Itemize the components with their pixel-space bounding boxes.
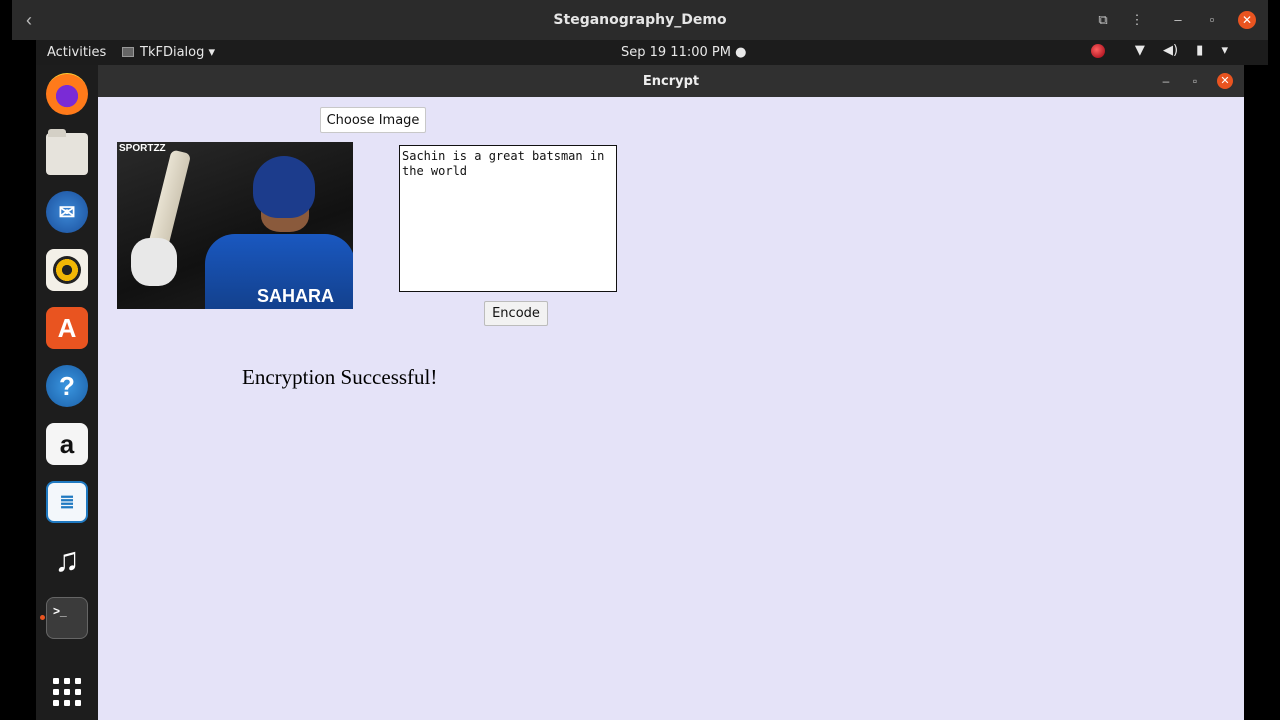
restore-windows-icon[interactable]: ⧉ — [1094, 11, 1112, 29]
rhythmbox-icon[interactable] — [46, 249, 88, 291]
ubuntu-software-icon[interactable]: A — [46, 307, 88, 349]
message-textarea[interactable]: Sachin is a great batsman in the world — [399, 145, 617, 292]
system-topbar: Activities TkFDialog ▾ Sep 19 11:00 PM ●… — [36, 40, 1268, 65]
help-icon[interactable]: ? — [46, 365, 88, 407]
encrypt-window: Encrypt – ▫ ✕ Choose Image SAHARA SPORTZ… — [98, 65, 1244, 720]
firefox-icon[interactable] — [46, 73, 88, 115]
terminal-icon[interactable]: >_ — [46, 597, 88, 639]
amazon-icon[interactable]: a — [46, 423, 88, 465]
maximize-icon[interactable]: ▫ — [1187, 73, 1203, 89]
activities-button[interactable]: Activities — [47, 45, 106, 60]
dock: ✉ A ? a ≣ ♫ >_ — [36, 65, 98, 720]
thunderbird-mail-icon[interactable]: ✉ — [46, 191, 88, 233]
clock[interactable]: Sep 19 11:00 PM ● — [621, 45, 746, 60]
wifi-icon: ▼ — [1134, 43, 1145, 58]
kebab-menu-icon[interactable]: ⋮ — [1128, 11, 1146, 29]
jersey-text: SAHARA — [257, 286, 335, 306]
show-applications-icon[interactable] — [46, 671, 88, 713]
app-window-icon — [122, 47, 134, 57]
choose-image-button[interactable]: Choose Image — [320, 107, 426, 133]
system-tray[interactable]: ▼ ◀) ▮ ▾ — [1090, 43, 1228, 63]
image-logo: SPORTZZ — [119, 143, 166, 154]
libreoffice-writer-icon[interactable]: ≣ — [46, 481, 88, 523]
battery-icon: ▮ — [1196, 43, 1204, 58]
minimize-icon[interactable]: – — [1169, 11, 1187, 29]
app-menu[interactable]: TkFDialog ▾ — [122, 45, 215, 60]
chevron-down-icon[interactable]: ▾ — [1221, 43, 1228, 58]
outer-titlebar: ‹ Steganography_Demo ⧉ ⋮ – ▫ ✕ — [12, 0, 1268, 40]
encode-button[interactable]: Encode — [484, 301, 548, 326]
running-indicator — [40, 615, 45, 620]
encrypt-titlebar: Encrypt – ▫ ✕ — [98, 65, 1244, 97]
outer-window-title: Steganography_Demo — [553, 12, 727, 28]
helmet — [253, 156, 315, 218]
status-message: Encryption Successful! — [242, 365, 438, 389]
close-icon[interactable]: ✕ — [1217, 73, 1233, 89]
maximize-icon[interactable]: ▫ — [1203, 11, 1221, 29]
batting-glove — [131, 238, 177, 286]
files-icon[interactable] — [46, 129, 88, 175]
screen-record-icon[interactable] — [1090, 43, 1105, 58]
encrypt-window-title: Encrypt — [642, 74, 700, 89]
selected-image-preview: SAHARA SPORTZZ — [117, 142, 353, 309]
music-note-icon[interactable]: ♫ — [46, 539, 88, 581]
app-menu-label: TkFDialog ▾ — [140, 45, 216, 60]
volume-icon: ◀) — [1162, 43, 1179, 58]
minimize-icon[interactable]: – — [1158, 73, 1174, 89]
close-icon[interactable]: ✕ — [1238, 11, 1256, 29]
